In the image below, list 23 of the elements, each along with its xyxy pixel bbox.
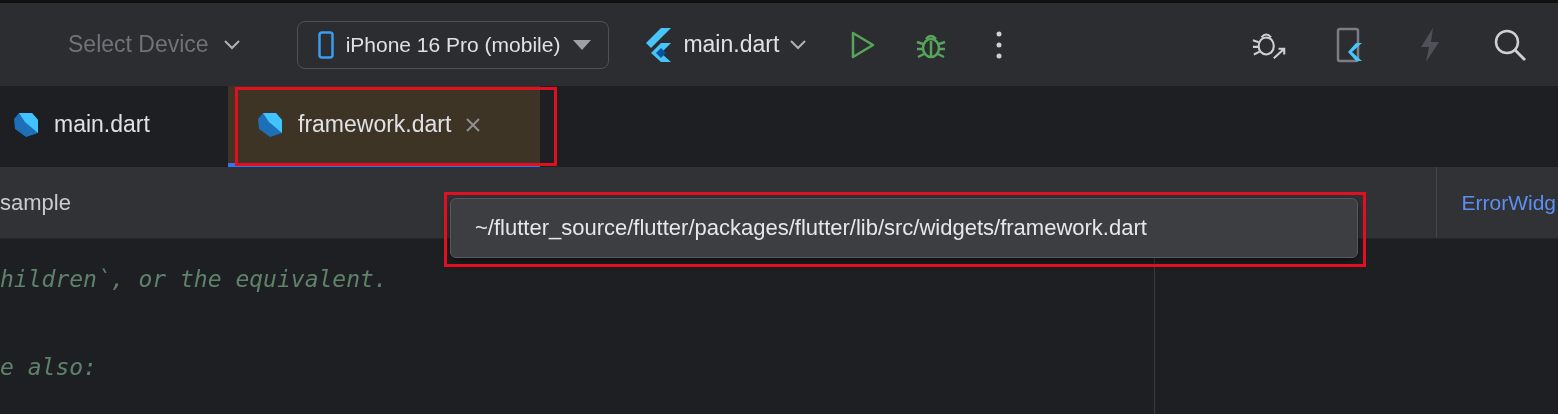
phone-flutter-icon: [1336, 26, 1364, 63]
breadcrumb-link[interactable]: ErrorWidg: [1436, 167, 1558, 238]
tab-label: framework.dart: [298, 111, 452, 138]
lightning-icon: [1420, 27, 1440, 62]
device-dropdown[interactable]: iPhone 16 Pro (mobile): [296, 20, 610, 69]
code-comment: e also:: [0, 354, 97, 380]
dart-icon: [12, 110, 40, 139]
phone-icon: [317, 30, 334, 59]
editor-tab[interactable]: framework.dart: [228, 86, 540, 167]
more-icon: [996, 30, 1003, 59]
breadcrumb[interactable]: sample: [0, 189, 71, 216]
play-icon: [850, 30, 877, 59]
chevron-down-icon: [222, 38, 241, 51]
path-tooltip: ~/flutter_source/flutter/packages/flutter/lib/src/widgets/framework.dart: [450, 198, 1358, 258]
tab-label: main.dart: [54, 111, 150, 138]
editor-tab[interactable]: main.dart: [0, 86, 228, 167]
code-comment: hildren`, or the equivalent.: [0, 266, 388, 292]
dart-icon: [256, 110, 284, 139]
caret-icon: [572, 38, 593, 51]
run-config-selector[interactable]: main.dart: [643, 27, 808, 62]
chevron-down-icon: [789, 38, 808, 51]
search-icon: [1493, 27, 1527, 62]
close-icon[interactable]: [465, 116, 482, 133]
